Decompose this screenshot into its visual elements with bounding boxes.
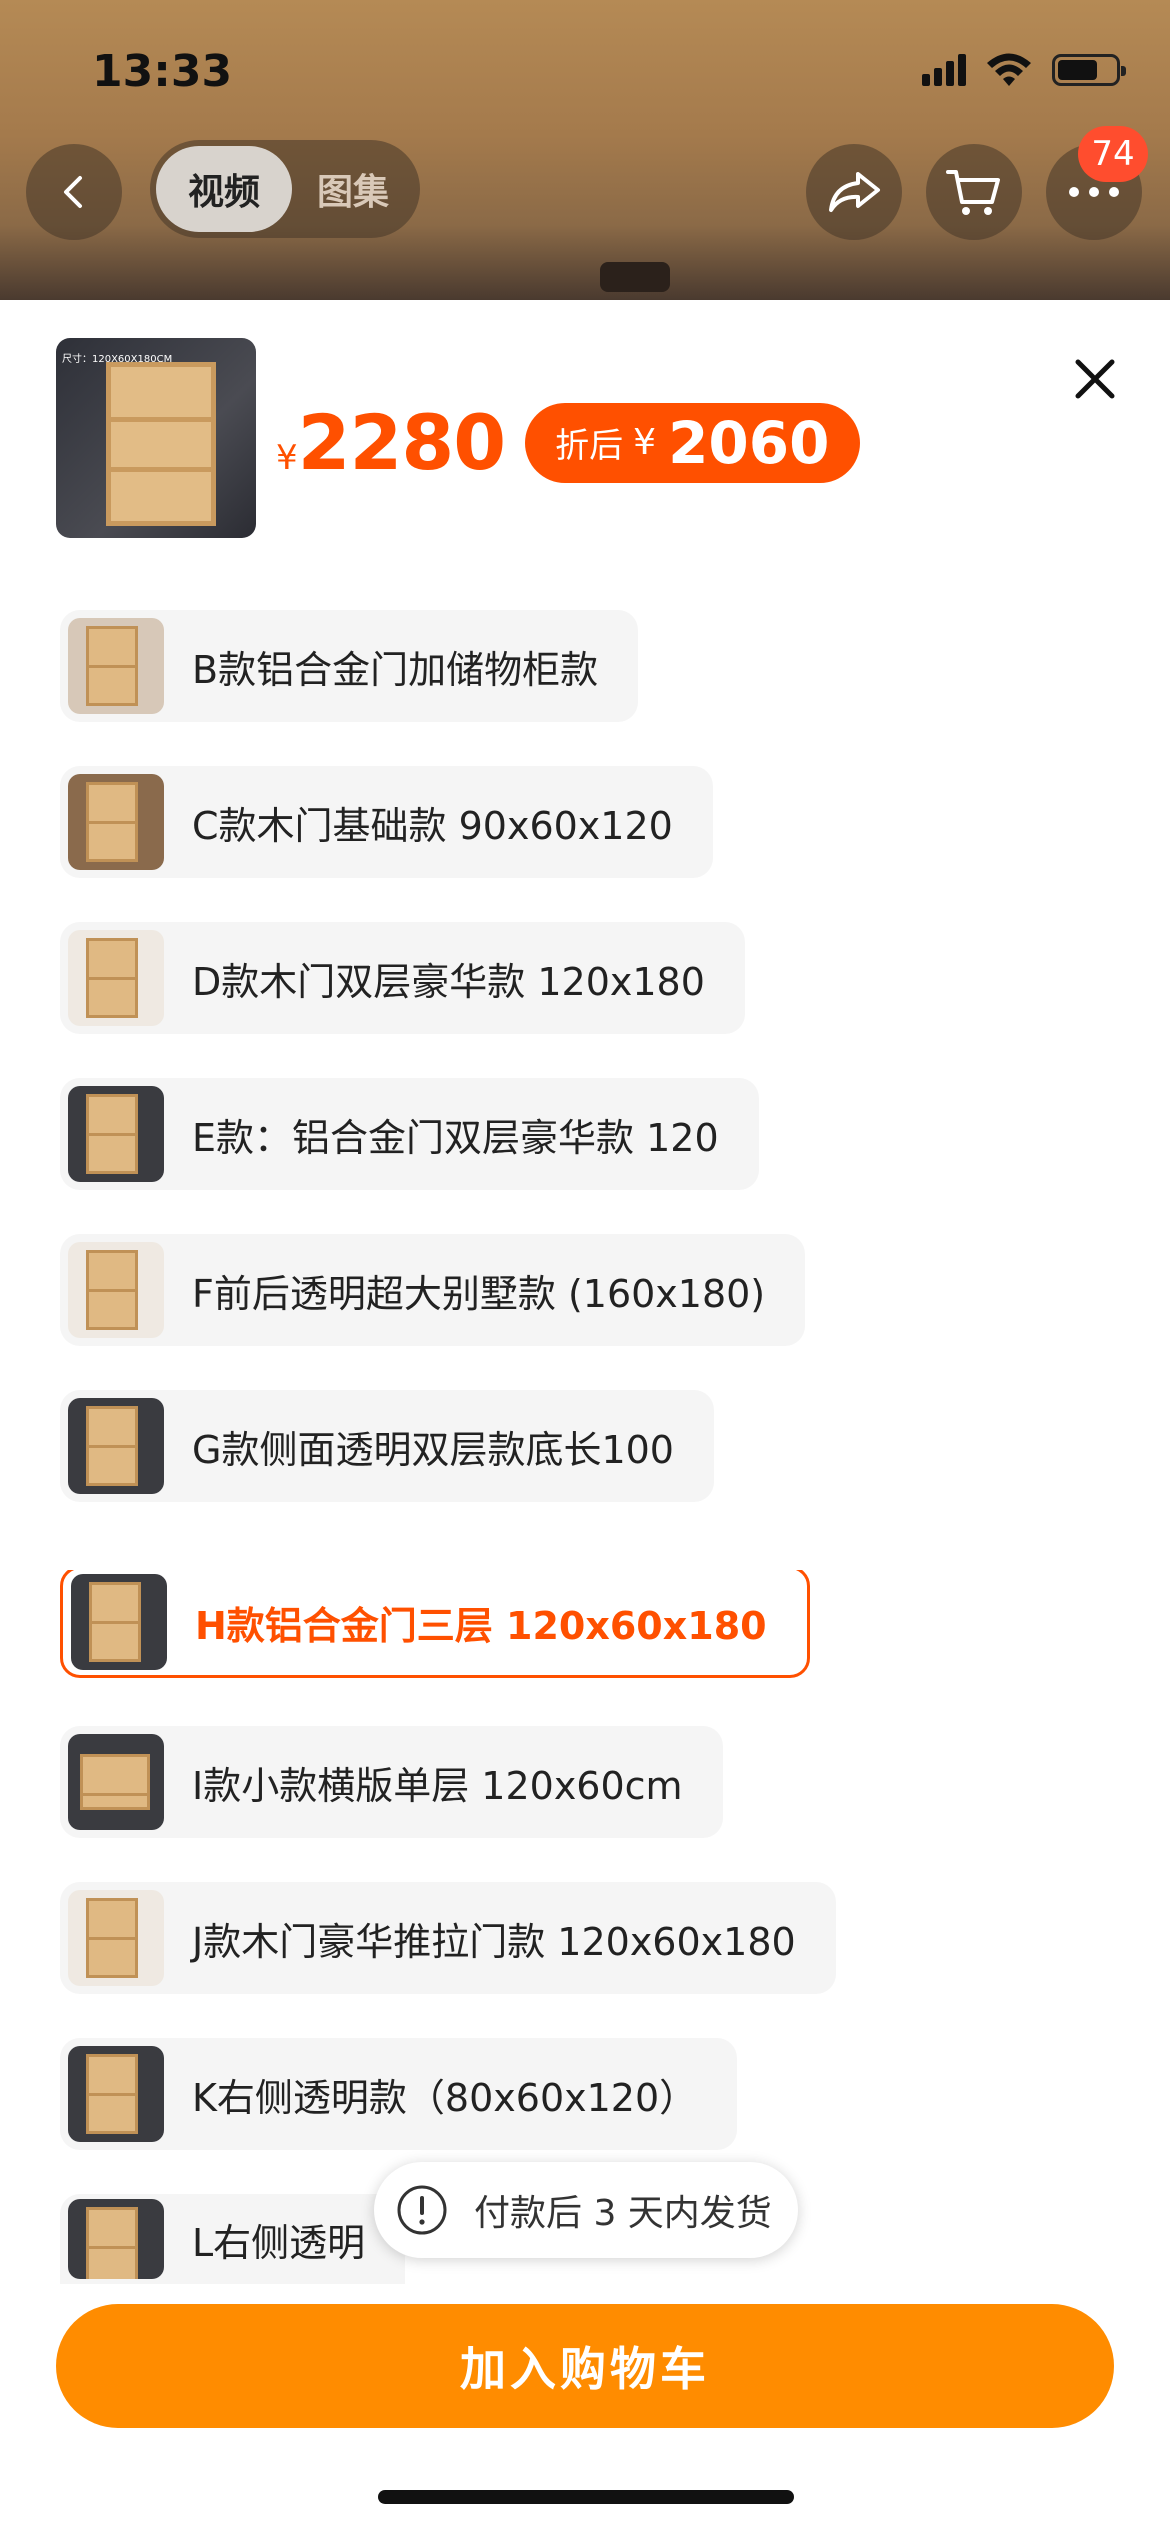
sku-option[interactable]: I款小款横版单层 120x60cm	[60, 1726, 723, 1838]
more-dots-icon	[1069, 187, 1119, 197]
sku-option[interactable]: K右侧透明款（80x60x120）	[60, 2038, 738, 2150]
cellular-signal-icon	[922, 54, 966, 86]
sku-option[interactable]: D款木门双层豪华款 120x180	[60, 922, 745, 1034]
cart-icon	[946, 170, 1000, 215]
price-row: ¥ 2280 折后 ¥ 2060	[276, 398, 860, 487]
status-icons	[922, 52, 1126, 88]
sku-label: G款侧面透明双层款底长100	[192, 1427, 674, 1472]
sku-option[interactable]: J款木门豪华推拉门款 120x60x180	[60, 1882, 836, 1994]
sku-thumbnail	[68, 1398, 164, 1494]
cart-count-badge: 74	[1078, 126, 1148, 182]
sku-thumbnail	[68, 2199, 164, 2279]
home-indicator	[378, 2490, 794, 2504]
tab-video[interactable]: 视频	[156, 146, 292, 232]
back-button[interactable]	[26, 144, 122, 240]
share-icon	[829, 172, 880, 212]
status-time: 13:33	[92, 46, 233, 97]
sku-label: K右侧透明款（80x60x120）	[192, 2075, 698, 2120]
price-value: 2280	[297, 398, 507, 487]
sku-thumbnail	[68, 1242, 164, 1338]
sku-label: J款木门豪华推拉门款 120x60x180	[192, 1919, 796, 1964]
sku-label: E款：铝合金门双层豪华款 120	[192, 1115, 719, 1160]
shipping-toast: 付款后 3 天内发货	[374, 2162, 798, 2258]
sku-thumbnail	[68, 930, 164, 1026]
media-tab-switcher: 视频 图集	[150, 140, 420, 238]
close-button[interactable]	[1070, 354, 1120, 404]
sku-thumbnail	[71, 1574, 167, 1670]
battery-icon	[1052, 54, 1126, 86]
sku-label: I款小款横版单层 120x60cm	[192, 1763, 683, 1808]
share-button[interactable]	[806, 144, 902, 240]
sku-selector-sheet: 尺寸：120X60X180CM ¥ 2280 折后 ¥ 2060 B款铝合金门加…	[0, 300, 1170, 2532]
video-header-background: 13:33 视频 图集 74	[0, 0, 1170, 300]
sku-option[interactable]: G款侧面透明双层款底长100	[60, 1390, 714, 1502]
sku-option[interactable]: F前后透明超大别墅款 (160x180)	[60, 1234, 806, 1346]
sku-option[interactable]: L右侧透明	[60, 2194, 406, 2284]
sku-option[interactable]: C款木门基础款 90x60x120	[60, 766, 713, 878]
sku-option-list[interactable]: B款铝合金门加储物柜款 C款木门基础款 90x60x120 D款木门双层豪华款 …	[60, 610, 1120, 1570]
chevron-left-icon	[64, 176, 82, 208]
sku-thumbnail	[68, 1734, 164, 1830]
sku-label: H款铝合金门三层 120x60x180	[195, 1603, 767, 1648]
cabinet-image	[106, 362, 216, 526]
discount-currency: ¥	[633, 422, 657, 463]
price-currency: ¥	[276, 437, 298, 478]
info-exclamation-icon	[397, 2185, 447, 2235]
sku-label: F前后透明超大别墅款 (160x180)	[192, 1271, 766, 1316]
discount-label: 折后	[555, 426, 624, 466]
add-to-cart-button[interactable]: 加入购物车	[56, 2304, 1114, 2428]
sku-thumbnail	[68, 774, 164, 870]
sku-label: L右侧透明	[192, 2220, 366, 2265]
close-icon	[1075, 359, 1115, 399]
tab-gallery[interactable]: 图集	[292, 146, 414, 232]
shipping-toast-text: 付款后 3 天内发货	[474, 2193, 772, 2234]
cart-button[interactable]	[926, 144, 1022, 240]
discount-price: 2060	[668, 408, 830, 477]
sku-label: C款木门基础款 90x60x120	[192, 803, 673, 848]
product-thumbnail[interactable]: 尺寸：120X60X180CM	[56, 338, 256, 538]
sku-thumbnail	[68, 1086, 164, 1182]
wifi-icon	[987, 53, 1031, 86]
sku-thumbnail	[68, 618, 164, 714]
sku-thumbnail	[68, 1890, 164, 1986]
sku-thumbnail	[68, 2046, 164, 2142]
sku-label: B款铝合金门加储物柜款	[192, 647, 599, 692]
sku-option[interactable]: B款铝合金门加储物柜款	[60, 610, 639, 722]
discount-price-pill: 折后 ¥ 2060	[525, 402, 860, 483]
sku-option-selected[interactable]: H款铝合金门三层 120x60x180	[60, 1570, 810, 1678]
sku-option[interactable]: E款：铝合金门双层豪华款 120	[60, 1078, 759, 1190]
sku-label: D款木门双层豪华款 120x180	[192, 959, 705, 1004]
